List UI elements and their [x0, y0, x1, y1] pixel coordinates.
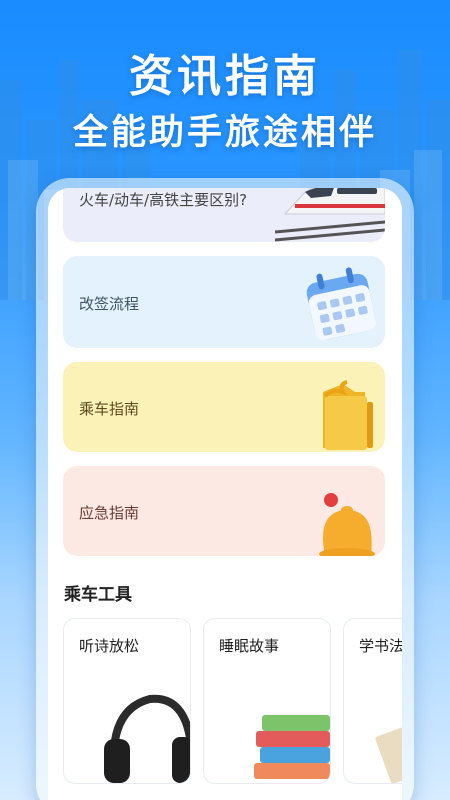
tool-card-label: 学书法 — [359, 637, 402, 655]
tools-section-title: 乘车工具 — [64, 585, 132, 605]
hero-subtitle: 全能助手旅途相伴 — [72, 113, 377, 153]
guide-card-label: 改签流程 — [79, 295, 140, 313]
high-speed-train-icon — [275, 188, 385, 242]
tool-card-poetry-relax[interactable]: 听诗放松 — [63, 618, 191, 784]
tool-card-sleep-story[interactable]: 睡眠故事 — [203, 618, 331, 784]
tool-card-calligraphy[interactable]: 学书法 — [343, 618, 402, 784]
guide-card-label: 火车/动车/高铁主要区别? — [79, 191, 248, 209]
hero-title: 资讯指南 — [129, 51, 321, 102]
folder-icon — [323, 380, 373, 450]
bell-icon — [319, 493, 375, 556]
calendar-icon — [306, 267, 377, 341]
tool-card-label: 睡眠故事 — [219, 637, 280, 655]
guide-card-emergency-guide[interactable]: 应急指南 — [63, 466, 385, 556]
guide-card-label: 乘车指南 — [79, 400, 140, 418]
tool-card-label: 听诗放松 — [79, 637, 140, 655]
guide-card-label: 应急指南 — [79, 504, 140, 522]
guide-card-train-differences[interactable]: 火车/动车/高铁主要区别? — [63, 188, 385, 242]
app-screen: 火车/动车/高铁主要区别? 改签流程 乘车指南 应急指南 乘车工具 听诗放松 睡… — [48, 188, 402, 800]
guide-card-riding-guide[interactable]: 乘车指南 — [63, 362, 385, 452]
guide-card-change-process[interactable]: 改签流程 — [63, 256, 385, 348]
